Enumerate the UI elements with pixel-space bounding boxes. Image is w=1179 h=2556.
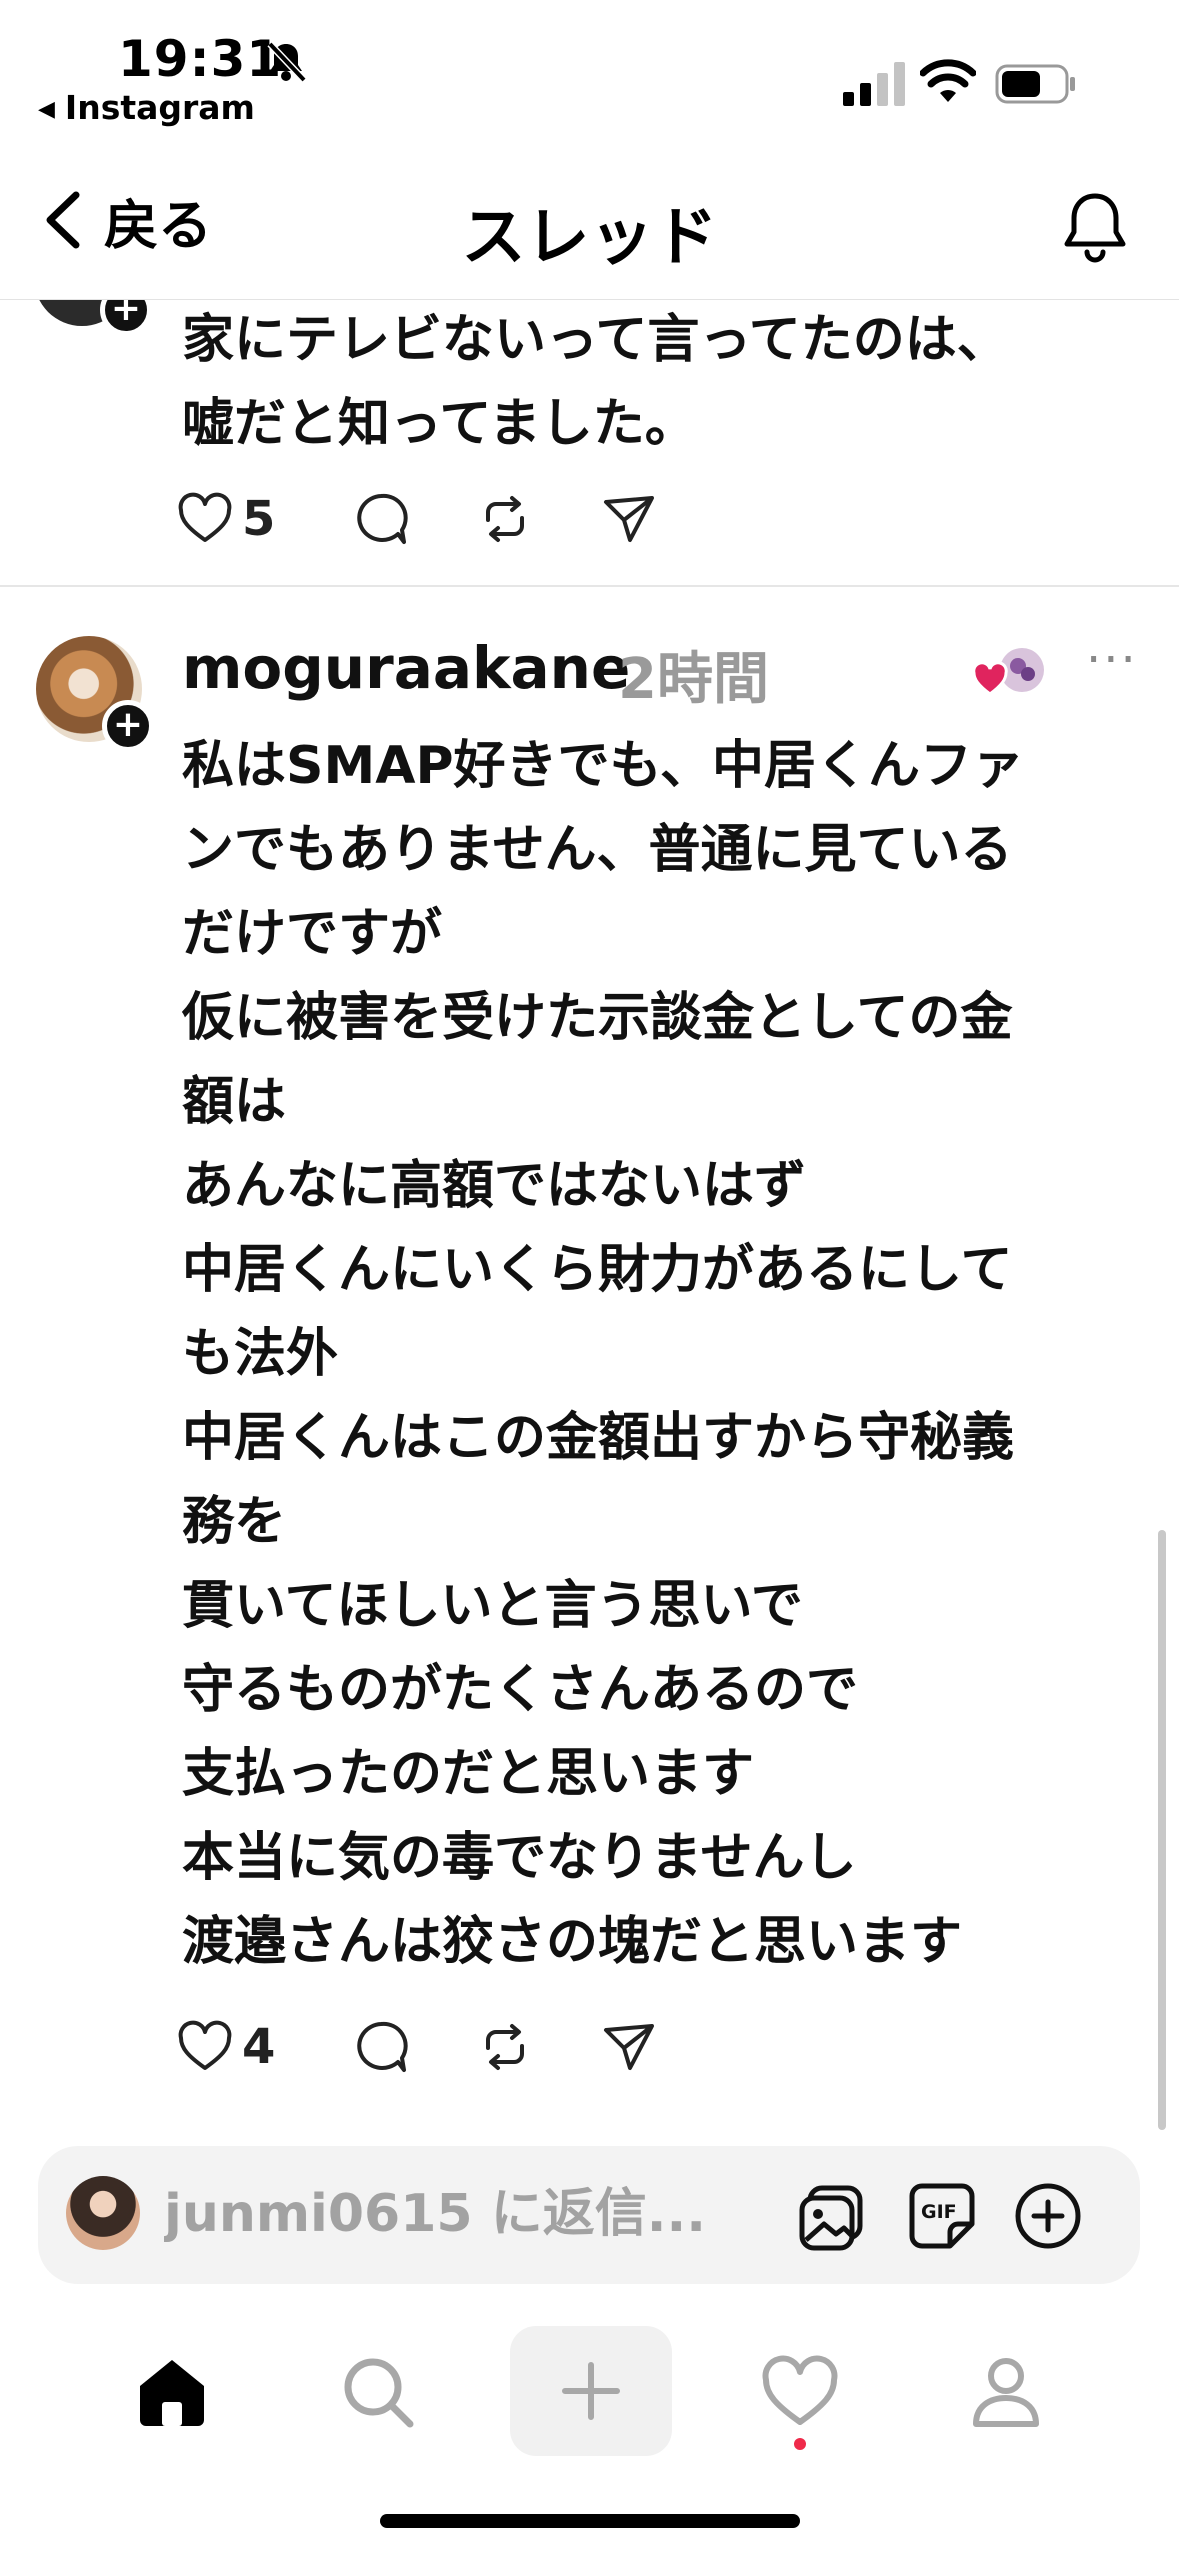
post-timestamp: 2時間	[618, 647, 769, 712]
post-text: 私はSMAP好きでも、中居くんファ ンでもありません、普通に見ている だけですが…	[182, 736, 1024, 1972]
profile-icon	[973, 2358, 1039, 2427]
heart-icon	[762, 2355, 838, 2425]
repost-icon	[486, 496, 524, 542]
more-options-button[interactable]: ···	[1086, 636, 1146, 690]
heart-icon	[178, 2020, 232, 2070]
repost-button[interactable]	[476, 2012, 534, 2082]
plus-icon	[562, 2362, 620, 2420]
tab-activity[interactable]	[760, 2352, 840, 2432]
avatar	[66, 2176, 140, 2250]
reply-composer: GIF	[38, 2146, 1140, 2284]
home-indicator[interactable]	[380, 2514, 800, 2528]
tab-create[interactable]	[510, 2326, 672, 2456]
image-icon[interactable]	[796, 2180, 868, 2252]
reply-input[interactable]	[164, 2172, 784, 2256]
repost-icon	[486, 2024, 524, 2070]
comment-bubble-icon	[357, 2021, 408, 2072]
like-count: 5	[242, 491, 276, 547]
share-button[interactable]	[600, 484, 658, 554]
send-icon	[604, 2024, 654, 2070]
post-divider	[0, 585, 1179, 587]
repost-button[interactable]	[476, 484, 534, 554]
thread-header: 戻る スレッド	[0, 150, 1179, 300]
heart-icon	[178, 492, 232, 542]
scrollbar[interactable]	[1158, 1530, 1166, 2130]
gif-icon[interactable]: GIF	[906, 2180, 978, 2252]
page-title: スレッド	[461, 201, 718, 275]
search-icon	[344, 2358, 414, 2428]
notification-dot	[794, 2438, 806, 2450]
plus-circle-icon[interactable]	[1012, 2180, 1084, 2252]
tab-search[interactable]	[338, 2352, 418, 2432]
svg-text:GIF: GIF	[921, 2201, 957, 2223]
comment-bubble-icon	[357, 493, 408, 544]
like-button[interactable]: 4	[176, 2012, 275, 2082]
comment-button[interactable]	[352, 484, 410, 554]
home-icon	[140, 2360, 204, 2426]
tab-home[interactable]	[132, 2352, 212, 2432]
tab-profile[interactable]	[966, 2352, 1046, 2432]
send-icon	[604, 496, 654, 542]
author-liked-heart-icon	[974, 648, 1044, 696]
like-button[interactable]: 5	[176, 484, 275, 554]
post-text: 家にテレビないって言ってたのは、 嘘だと知ってました。	[182, 310, 1009, 454]
like-count: 4	[242, 2019, 276, 2075]
comment-button[interactable]	[352, 2012, 410, 2082]
post-username[interactable]: moguraakane	[182, 634, 630, 702]
share-button[interactable]	[600, 2012, 658, 2082]
notification-bell-icon[interactable]	[1060, 188, 1130, 264]
follow-plus-icon[interactable]: +	[102, 700, 154, 752]
